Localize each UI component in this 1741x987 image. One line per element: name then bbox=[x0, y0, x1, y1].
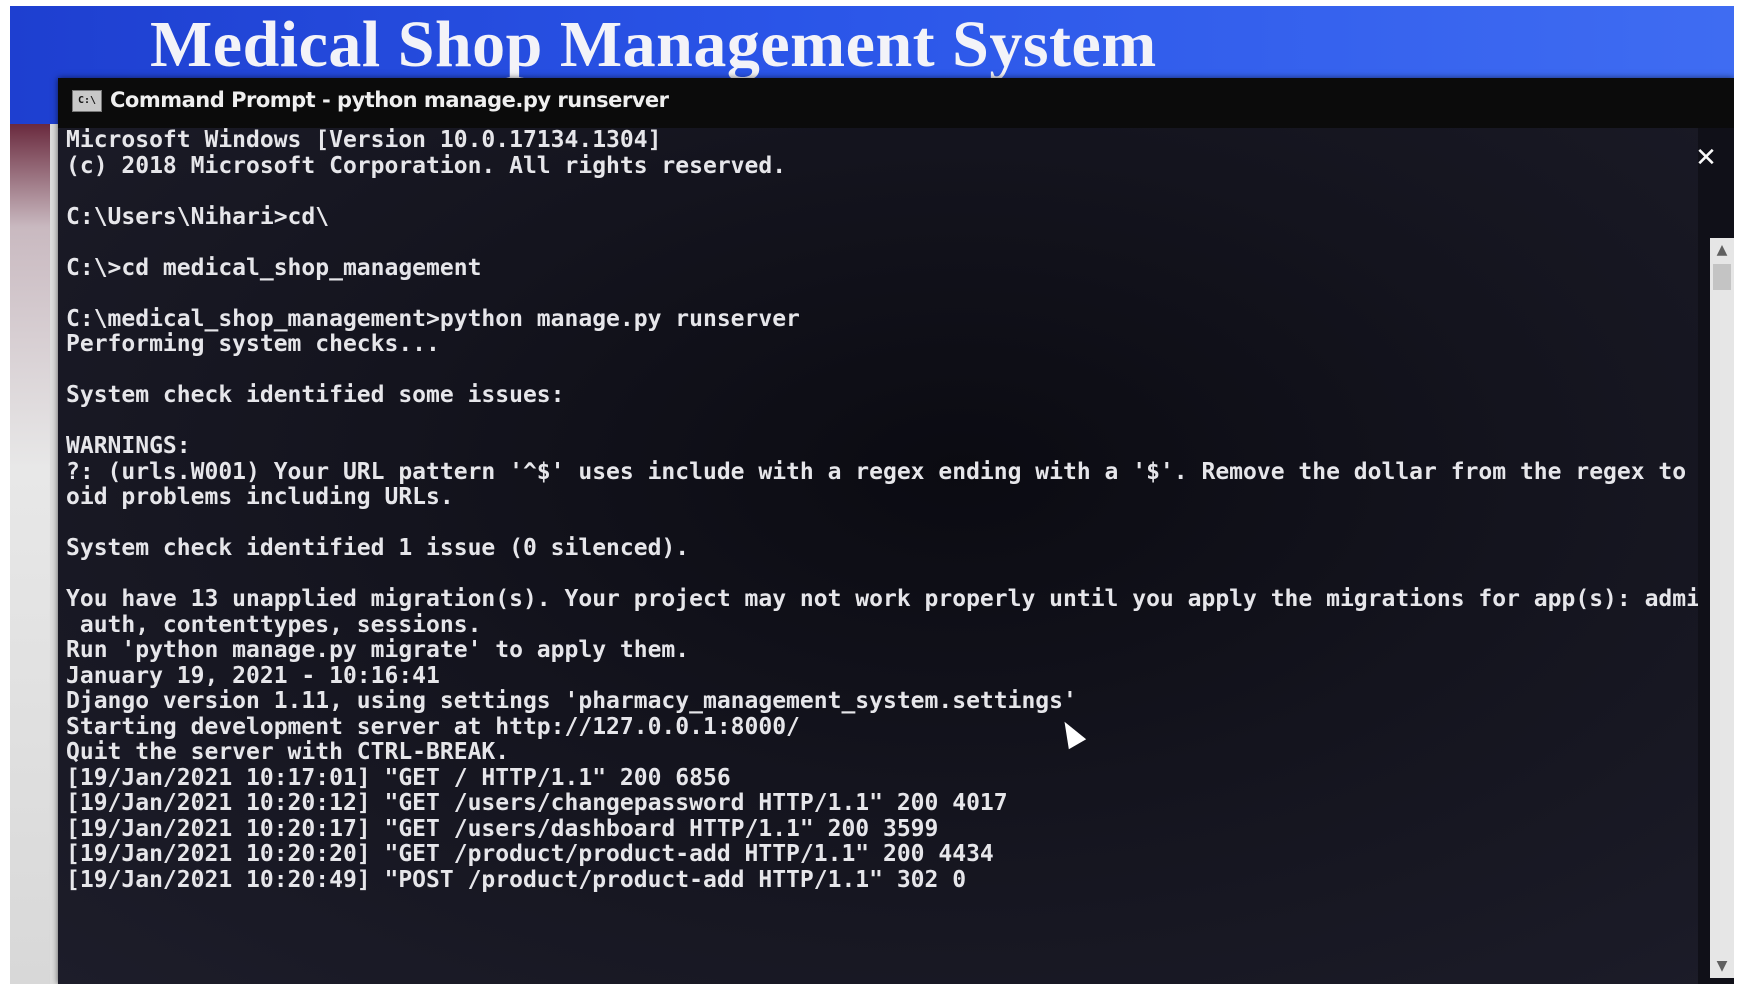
console-line: Microsoft Windows [Version 10.0.17134.13… bbox=[66, 128, 662, 153]
console-output[interactable]: Microsoft Windows [Version 10.0.17134.13… bbox=[58, 128, 1698, 984]
console-line: WARNINGS: bbox=[66, 433, 191, 459]
console-line: Quit the server with CTRL-BREAK. bbox=[66, 739, 510, 765]
scroll-down-icon[interactable]: ▼ bbox=[1710, 954, 1734, 978]
console-line: Starting development server at http://12… bbox=[66, 713, 800, 740]
console-line: Performing system checks... bbox=[66, 331, 440, 357]
console-line: System check identified some issues: bbox=[66, 382, 565, 408]
screen-frame: Medical Shop Management System C:\ Comma… bbox=[10, 6, 1734, 984]
console-line: January 19, 2021 - 10:16:41 bbox=[66, 662, 440, 689]
console-line: System check identified 1 issue (0 silen… bbox=[66, 535, 690, 561]
console-line: [19/Jan/2021 10:20:12] "GET /users/chang… bbox=[66, 790, 1008, 816]
console-line: ?: (urls.W001) Your URL pattern '^$' use… bbox=[66, 458, 1698, 485]
console-text: Microsoft Windows [Version 10.0.17134.13… bbox=[66, 128, 1698, 893]
scroll-up-icon[interactable]: ▲ bbox=[1710, 238, 1734, 262]
scroll-thumb[interactable] bbox=[1713, 264, 1731, 290]
background-webpage-edge bbox=[10, 124, 50, 984]
console-line: Django version 1.11, using settings 'pha… bbox=[66, 688, 1077, 714]
console-line: C:\>cd medical_shop_management bbox=[66, 254, 482, 281]
console-line: Run 'python manage.py migrate' to apply … bbox=[66, 637, 690, 663]
vertical-scrollbar[interactable]: ▲ ▼ bbox=[1710, 238, 1734, 978]
app-title: Medical Shop Management System bbox=[150, 8, 1157, 81]
command-prompt-icon: C:\ bbox=[72, 90, 102, 112]
command-prompt-window[interactable]: C:\ Command Prompt - python manage.py ru… bbox=[58, 78, 1734, 984]
console-line: (c) 2018 Microsoft Corporation. All righ… bbox=[66, 152, 787, 179]
console-line: [19/Jan/2021 10:20:49] "POST /product/pr… bbox=[66, 866, 967, 893]
console-line: C:\Users\Nihari>cd\ bbox=[66, 203, 330, 230]
window-titlebar[interactable]: C:\ Command Prompt - python manage.py ru… bbox=[58, 78, 1734, 128]
console-line: auth, contenttypes, sessions. bbox=[66, 611, 482, 638]
console-line: [19/Jan/2021 10:20:20] "GET /product/pro… bbox=[66, 841, 994, 867]
console-line: C:\medical_shop_management>python manage… bbox=[66, 305, 800, 332]
console-line: [19/Jan/2021 10:20:17] "GET /users/dashb… bbox=[66, 815, 939, 842]
console-line: You have 13 unapplied migration(s). Your… bbox=[66, 586, 1698, 612]
console-line: [19/Jan/2021 10:17:01] "GET / HTTP/1.1" … bbox=[66, 764, 731, 791]
window-title: Command Prompt - python manage.py runser… bbox=[110, 88, 669, 112]
console-line: oid problems including URLs. bbox=[66, 484, 454, 510]
